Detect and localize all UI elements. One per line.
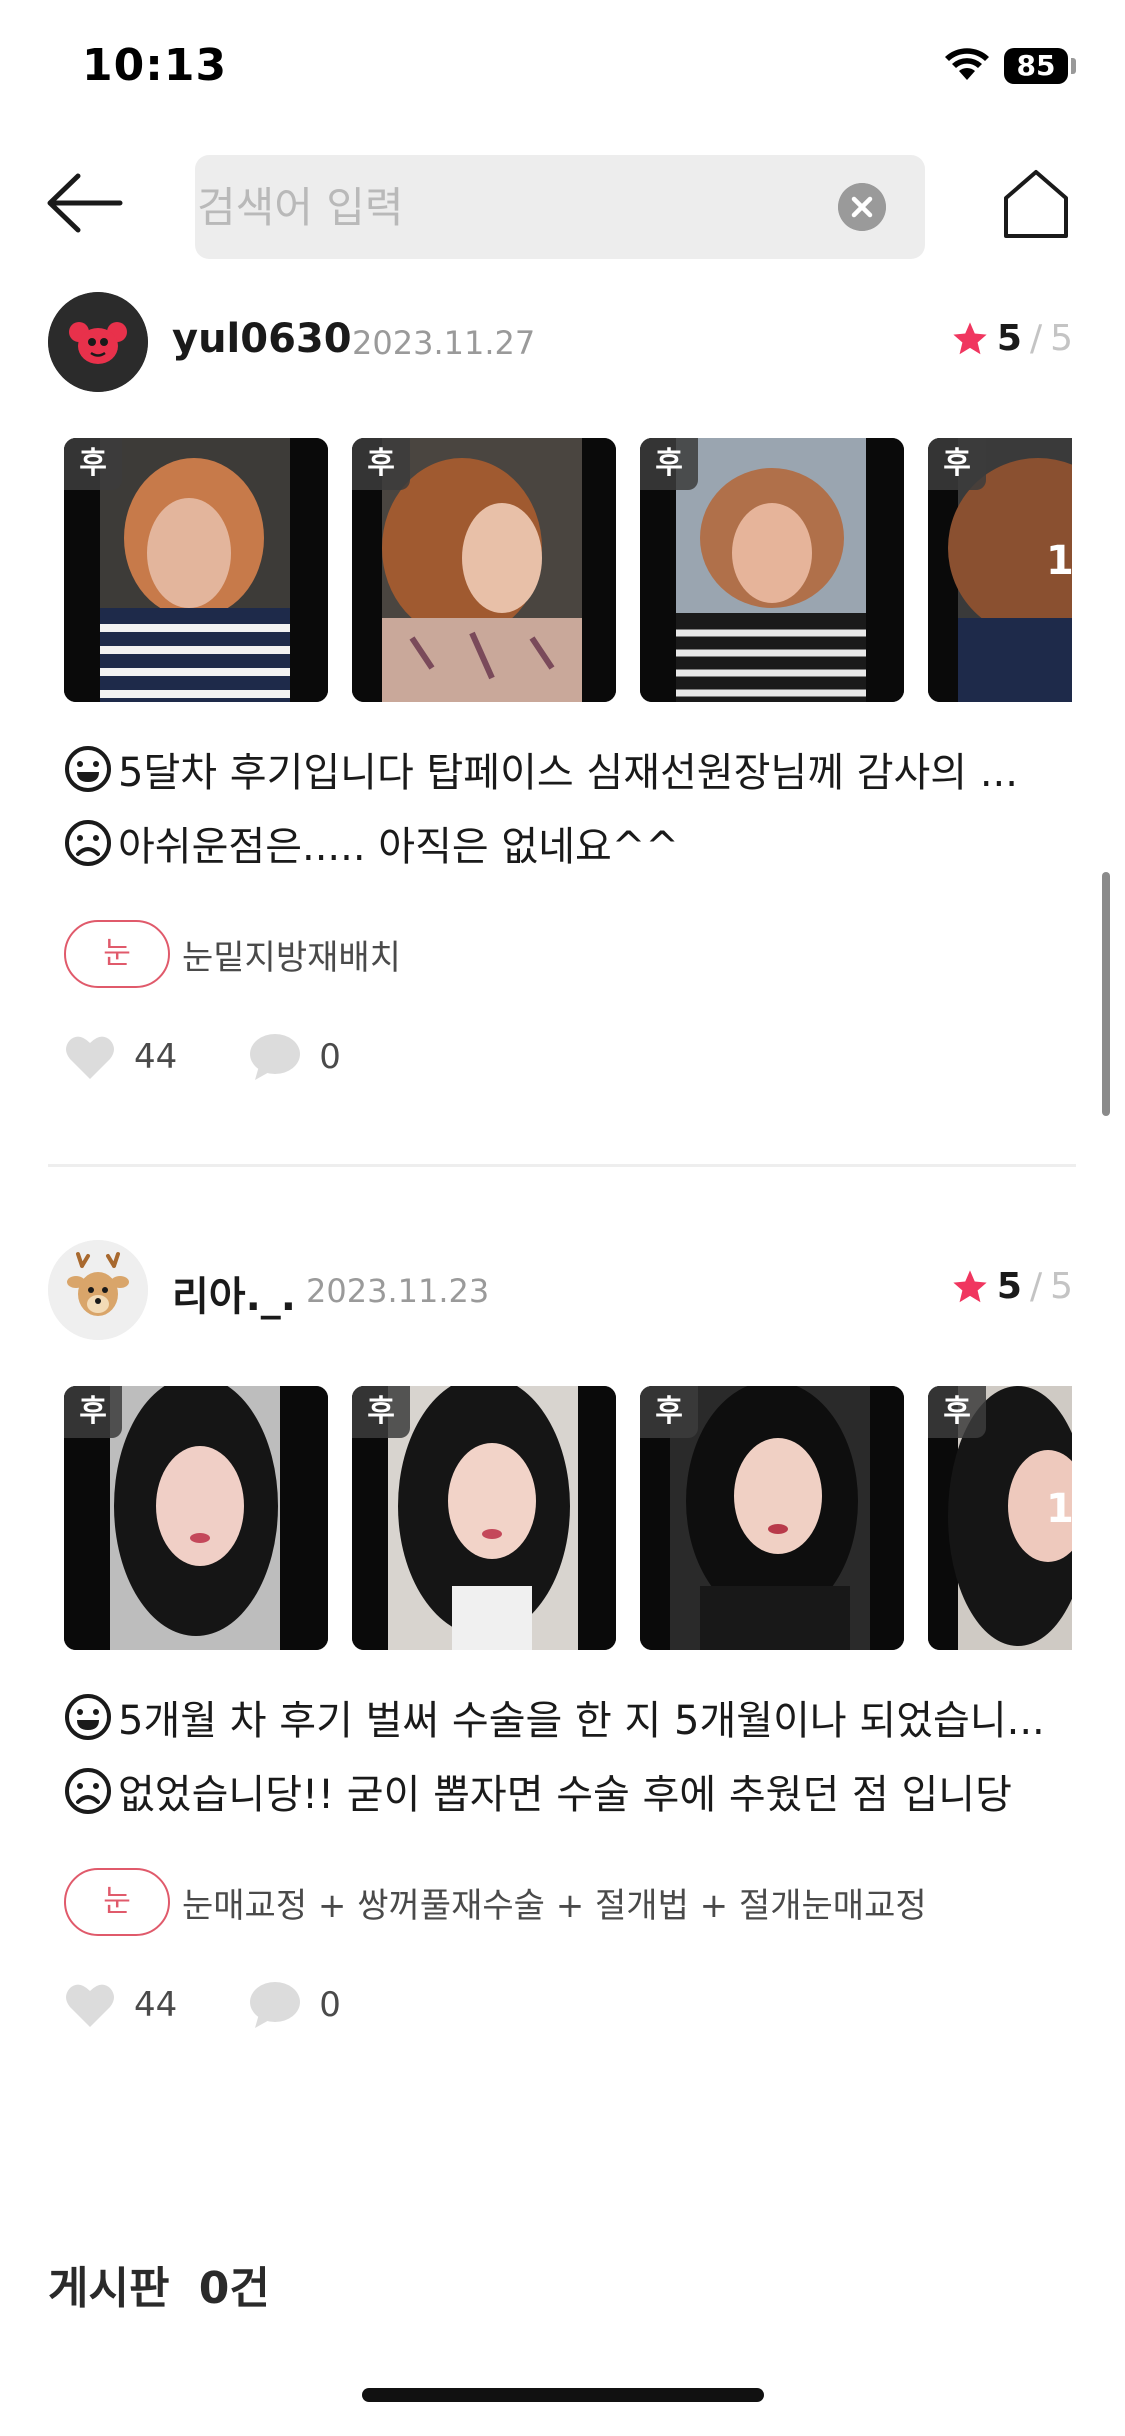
photo-count: 1 <box>1046 538 1072 584</box>
procedure-tags: 눈 눈밑지방재배치 <box>64 920 401 988</box>
review-photo[interactable]: 후 1 <box>928 438 1072 702</box>
comment-count: 0 <box>319 1037 341 1077</box>
positive-text: 5달차 후기입니다 탑페이스 심재선원장님께 감사의 ... <box>118 750 1018 796</box>
after-badge: 후 <box>64 1386 122 1438</box>
comment-icon <box>250 1982 301 2028</box>
battery-indicator: 85 <box>1004 48 1068 84</box>
sad-face-icon <box>65 1768 111 1814</box>
status-bar: 10:13 85 <box>0 0 1125 140</box>
username[interactable]: 리아._. <box>172 1264 296 1322</box>
like-count: 44 <box>134 1037 178 1077</box>
rating-score: 5 <box>996 1266 1022 1307</box>
rating-max: 5 <box>1050 1266 1073 1307</box>
monkey-avatar-icon <box>48 292 148 392</box>
review-stats: 44 0 <box>64 1980 413 2030</box>
review-stats: 44 0 <box>64 1032 413 1082</box>
like-button[interactable]: 44 <box>64 1981 177 2029</box>
happy-face-icon <box>65 746 111 792</box>
review-photo[interactable]: 후 <box>640 438 904 702</box>
review-divider <box>48 1164 1076 1167</box>
negative-text-line[interactable]: 없었습니당!! 굳이 뽑자면 수술 후에 추웠던 점 입니당 <box>64 1762 1012 1820</box>
like-count: 44 <box>134 1985 178 2025</box>
deer-avatar-icon <box>48 1240 148 1340</box>
review-photo[interactable]: 후 1 <box>928 1386 1072 1650</box>
star-icon <box>953 321 987 354</box>
username[interactable]: yul0630 <box>172 316 352 362</box>
battery-tip <box>1071 58 1076 74</box>
clear-search-icon[interactable] <box>838 183 886 231</box>
home-indicator[interactable] <box>362 2388 764 2402</box>
avatar[interactable] <box>48 1240 148 1340</box>
board-count: 0건 <box>198 2263 270 2314</box>
home-icon[interactable] <box>1000 168 1072 240</box>
comment-button[interactable]: 0 <box>249 1980 341 2030</box>
rating-separator: / <box>1029 1266 1043 1307</box>
after-badge: 후 <box>928 1386 986 1438</box>
rating-score: 5 <box>996 318 1022 359</box>
positive-text-line[interactable]: 5달차 후기입니다 탑페이스 심재선원장님께 감사의 ... <box>64 740 1018 798</box>
status-time: 10:13 <box>82 40 228 91</box>
after-badge: 후 <box>352 438 410 490</box>
review-photo[interactable]: 후 <box>640 1386 904 1650</box>
review-photo[interactable]: 후 <box>64 1386 328 1650</box>
after-badge: 후 <box>352 1386 410 1438</box>
photo-strip[interactable]: 후 후 후 후 1 <box>64 438 1072 702</box>
procedure-list: 눈밑지방재배치 <box>182 937 401 978</box>
comment-icon <box>250 1034 301 1080</box>
review-photo[interactable]: 후 <box>352 438 616 702</box>
back-arrow-icon[interactable] <box>44 170 124 236</box>
review-card[interactable]: 리아._. 2023.11.23 5 / 5 후 후 후 후 1 5개월 차 후… <box>0 1240 1125 2100</box>
review-card[interactable]: yul0630 2023.11.27 5 / 5 후 후 후 후 1 5달차 후… <box>0 292 1125 1152</box>
review-date: 2023.11.23 <box>306 1272 490 1310</box>
rating: 5 / 5 <box>951 318 1073 359</box>
comment-button[interactable]: 0 <box>249 1032 341 1082</box>
rating: 5 / 5 <box>951 1266 1073 1307</box>
positive-text: 5개월 차 후기 벌써 수술을 한 지 5개월이나 되었습니... <box>118 1698 1045 1744</box>
negative-text: 아쉬운점은..... 아직은 없네요^^ <box>118 824 679 870</box>
rating-separator: / <box>1029 318 1043 359</box>
happy-face-icon <box>65 1694 111 1740</box>
scrollbar[interactable] <box>1102 872 1110 1116</box>
heart-icon <box>66 1036 114 1079</box>
after-badge: 후 <box>640 438 698 490</box>
photo-count: 1 <box>1046 1486 1072 1532</box>
category-tag[interactable]: 눈 <box>64 1868 170 1936</box>
procedure-tags: 눈 눈매교정 + 쌍꺼풀재수술 + 절개법 + 절개눈매교정 <box>64 1868 927 1936</box>
board-label: 게시판 <box>48 2263 170 2314</box>
rating-max: 5 <box>1050 318 1073 359</box>
negative-text-line[interactable]: 아쉬운점은..... 아직은 없네요^^ <box>64 814 679 872</box>
avatar[interactable] <box>48 292 148 392</box>
after-badge: 후 <box>928 438 986 490</box>
review-photo[interactable]: 후 <box>64 438 328 702</box>
comment-count: 0 <box>319 1985 341 2025</box>
procedure-list: 눈매교정 + 쌍꺼풀재수술 + 절개법 + 절개눈매교정 <box>182 1885 927 1926</box>
wifi-icon <box>945 48 989 80</box>
sad-face-icon <box>65 820 111 866</box>
search-input[interactable] <box>195 155 835 259</box>
board-section-title: 게시판 0건 <box>48 2252 270 2316</box>
category-tag[interactable]: 눈 <box>64 920 170 988</box>
after-badge: 후 <box>64 438 122 490</box>
photo-strip[interactable]: 후 후 후 후 1 <box>64 1386 1072 1650</box>
review-photo[interactable]: 후 <box>352 1386 616 1650</box>
like-button[interactable]: 44 <box>64 1033 177 1081</box>
star-icon <box>953 1269 987 1302</box>
review-date: 2023.11.27 <box>352 324 536 362</box>
heart-icon <box>66 1984 114 2027</box>
after-badge: 후 <box>640 1386 698 1438</box>
negative-text: 없었습니당!! 굳이 뽑자면 수술 후에 추웠던 점 입니당 <box>118 1772 1012 1818</box>
positive-text-line[interactable]: 5개월 차 후기 벌써 수술을 한 지 5개월이나 되었습니... <box>64 1688 1045 1746</box>
search-box <box>195 155 925 259</box>
